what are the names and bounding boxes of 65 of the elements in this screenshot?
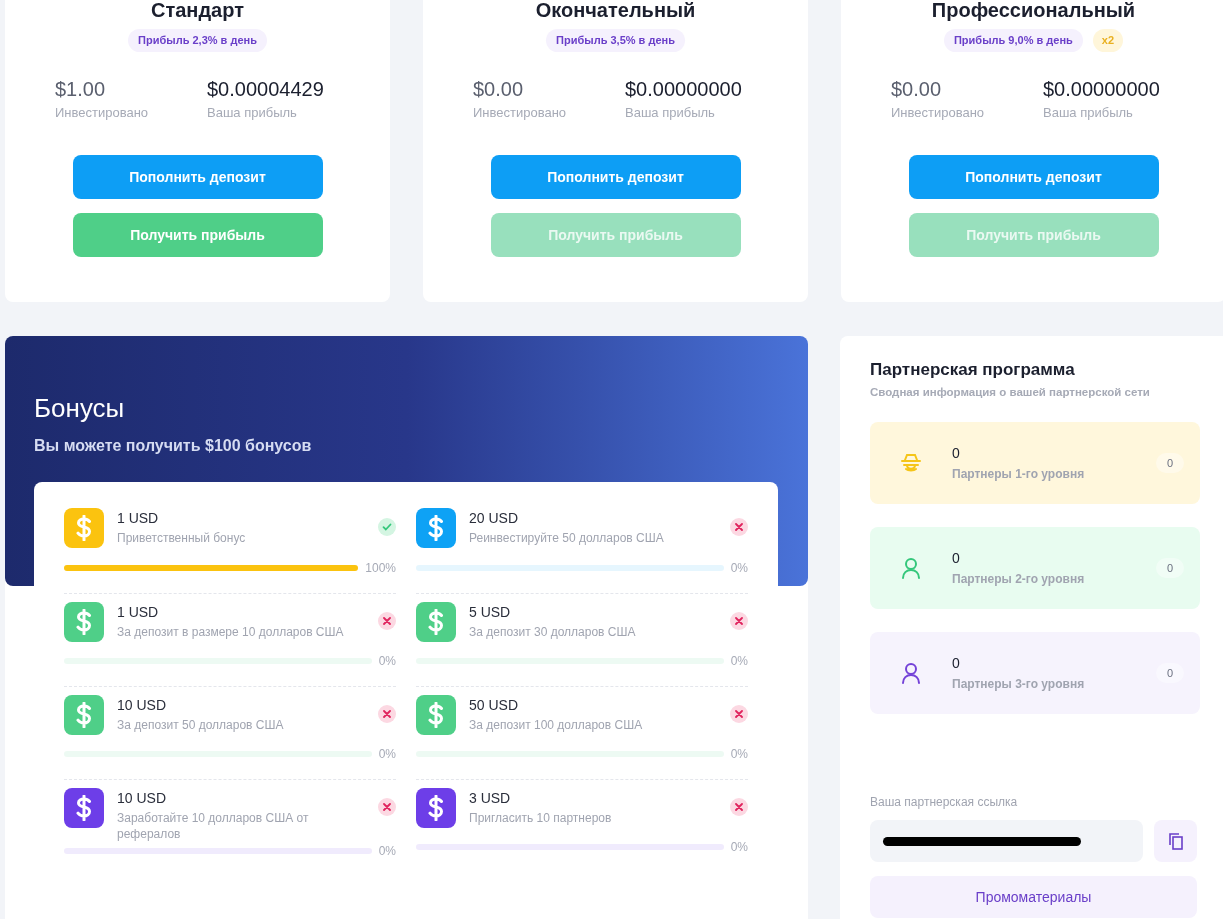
copy-button[interactable] xyxy=(1154,820,1197,863)
progress-percent: 0% xyxy=(378,843,396,860)
bonus-amount: 1 USD xyxy=(117,509,160,527)
invested-amount: $0.00 xyxy=(473,76,525,101)
invested-label: Инвестировано xyxy=(55,103,150,122)
plan-title: Окончательный xyxy=(535,0,696,23)
multiplier-badge: x2 xyxy=(1092,29,1124,52)
profit-amount: $0.00000000 xyxy=(1043,76,1160,101)
bonus-description: За депозит в размере 10 долларов США xyxy=(117,624,345,640)
count-badge: 0 xyxy=(1156,558,1184,579)
bonus-amount: 5 USD xyxy=(469,603,512,621)
partner-subtitle: Сводная информация о вашей партнерской сети xyxy=(870,385,1151,400)
profit-amount: $0.00004429 xyxy=(207,76,324,101)
partner-count: 0 xyxy=(952,548,961,567)
plan-title: Профессиональный xyxy=(931,0,1136,23)
bonus-amount: 10 USD xyxy=(117,696,168,714)
progress-percent: 0% xyxy=(730,746,748,763)
partner-count: 0 xyxy=(952,443,961,462)
progress-percent: 0% xyxy=(730,839,748,856)
profit-label: Ваша прибыль xyxy=(207,103,298,122)
invested-label: Инвестировано xyxy=(891,103,986,122)
bonus-amount: 10 USD xyxy=(117,789,168,807)
rate-badge: Прибыль 3,5% в день xyxy=(546,29,685,52)
invested-amount: $0.00 xyxy=(891,76,943,101)
claim-button[interactable]: Получить прибыль xyxy=(72,213,323,257)
bonus-description: Заработайте 10 долларов США от рефералов xyxy=(117,810,310,842)
partner-level-label: Партнеры 2-го уровня xyxy=(952,570,1085,588)
bonus-description: За депозит 100 долларов США xyxy=(469,717,644,733)
rate-badge: Прибыль 2,3% в день xyxy=(128,29,267,52)
progress-percent: 100% xyxy=(365,560,396,577)
count-badge: 0 xyxy=(1156,663,1184,684)
invested-amount: $1.00 xyxy=(55,76,107,101)
promo-button[interactable]: Промоматериалы xyxy=(870,876,1197,919)
rate-badge: Прибыль 9,0% в день xyxy=(943,29,1083,52)
bonus-description: Реинвестируйте 50 долларов США xyxy=(469,530,665,546)
profit-amount: $0.00000000 xyxy=(625,76,742,101)
bonus-description: Пригласить 10 партнеров xyxy=(469,810,613,826)
deposit-button[interactable]: Пополнить депозит xyxy=(72,155,323,199)
bonus-description: За депозит 30 долларов США xyxy=(469,624,637,640)
count-badge: 0 xyxy=(1156,453,1184,474)
progress-percent: 0% xyxy=(730,560,748,577)
partner-level-label: Партнеры 1-го уровня xyxy=(952,465,1085,483)
deposit-button[interactable]: Пополнить депозит xyxy=(908,155,1159,199)
invested-label: Инвестировано xyxy=(473,103,568,122)
bonus-amount: 20 USD xyxy=(469,509,520,527)
link-field[interactable] xyxy=(870,820,1143,863)
progress-percent: 0% xyxy=(378,746,396,763)
partner-level-label: Партнеры 3-го уровня xyxy=(952,675,1085,693)
copy-icon xyxy=(1166,832,1185,851)
bonus-description: Приветственный бонус xyxy=(117,530,247,546)
partner-title: Партнерская программа xyxy=(870,359,1076,381)
profit-label: Ваша прибыль xyxy=(1043,103,1134,122)
partner-count: 0 xyxy=(952,653,961,672)
link-label: Ваша партнерская ссылка xyxy=(870,794,1019,812)
progress-percent: 0% xyxy=(378,653,396,670)
bonus-description: За депозит 50 долларов США xyxy=(117,717,285,733)
progress-percent: 0% xyxy=(730,653,748,670)
bonus-subtitle: Вы можете получить $100 бонусов xyxy=(34,436,312,456)
bonus-amount: 3 USD xyxy=(469,789,512,807)
profit-label: Ваша прибыль xyxy=(625,103,716,122)
plan-title: Стандарт xyxy=(151,0,244,23)
deposit-button[interactable]: Пополнить депозит xyxy=(490,155,741,199)
bonus-amount: 50 USD xyxy=(469,696,520,714)
bonus-title: Бонусы xyxy=(34,392,125,424)
bonus-amount: 1 USD xyxy=(117,603,160,621)
